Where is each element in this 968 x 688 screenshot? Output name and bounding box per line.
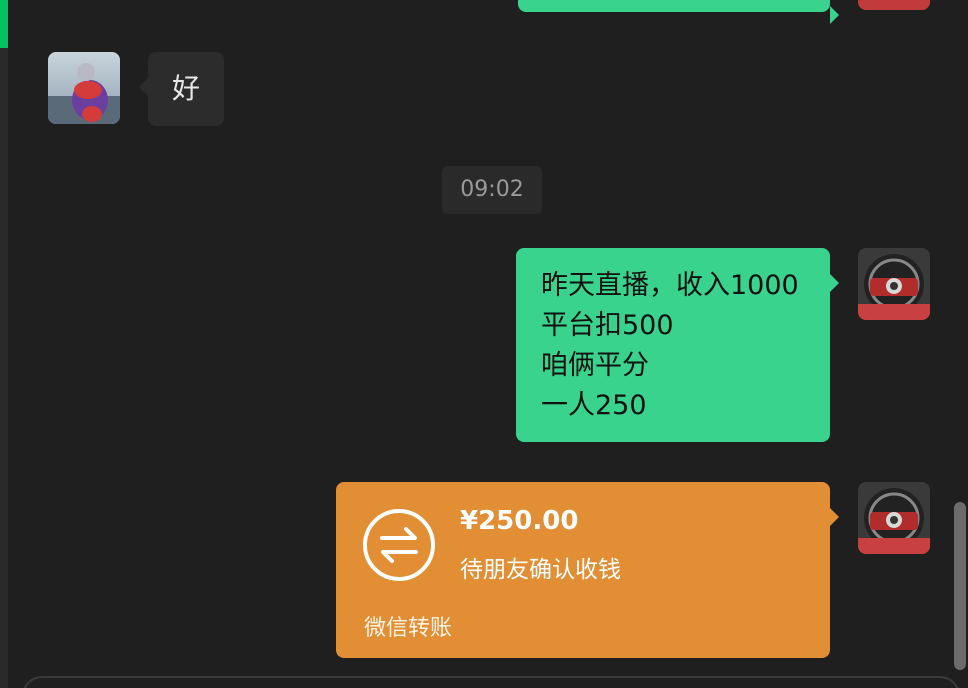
outgoing-message-text: 昨天直播，收入1000 平台扣500 咱俩平分 一人250: [541, 266, 799, 426]
incoming-message-text: 好: [172, 72, 201, 105]
transfer-footer: 微信转账: [364, 616, 453, 641]
self-avatar-top[interactable]: [858, 0, 930, 10]
self-avatar[interactable]: [858, 248, 930, 320]
message-line: 平台扣500: [541, 310, 674, 341]
left-panel-edge: [0, 0, 8, 688]
transfer-divider: [362, 600, 804, 601]
chat-window: 好 09:02 昨天直播，收入1000 平台扣500 咱俩平分 一人250 ¥2…: [0, 0, 968, 688]
message-line: 咱俩平分: [541, 350, 649, 381]
timestamp: 09:02: [442, 166, 542, 214]
steering-wheel-avatar-image: [858, 248, 930, 320]
scrollbar[interactable]: [954, 502, 966, 670]
transfer-status: 待朋友确认收钱: [460, 557, 621, 583]
transfer-card[interactable]: ¥250.00 待朋友确认收钱 微信转账: [336, 482, 839, 658]
steering-wheel-avatar-image: [858, 482, 930, 554]
incoming-message-bubble[interactable]: 好: [139, 52, 224, 126]
outgoing-message-bubble[interactable]: 昨天直播，收入1000 平台扣500 咱俩平分 一人250: [516, 248, 839, 442]
message-line: 一人250: [541, 390, 647, 421]
message-line: 昨天直播，收入1000: [541, 270, 799, 301]
contact-avatar-image: [48, 52, 120, 124]
previous-outgoing-bubble[interactable]: [518, 0, 839, 24]
transfer-arrows-icon: [363, 509, 435, 581]
selected-indicator: [0, 0, 8, 48]
self-avatar[interactable]: [858, 482, 930, 554]
steering-wheel-avatar-image: [858, 0, 930, 10]
message-input-box[interactable]: [22, 676, 960, 688]
transfer-amount: ¥250.00: [460, 506, 579, 536]
contact-avatar[interactable]: [48, 52, 120, 124]
